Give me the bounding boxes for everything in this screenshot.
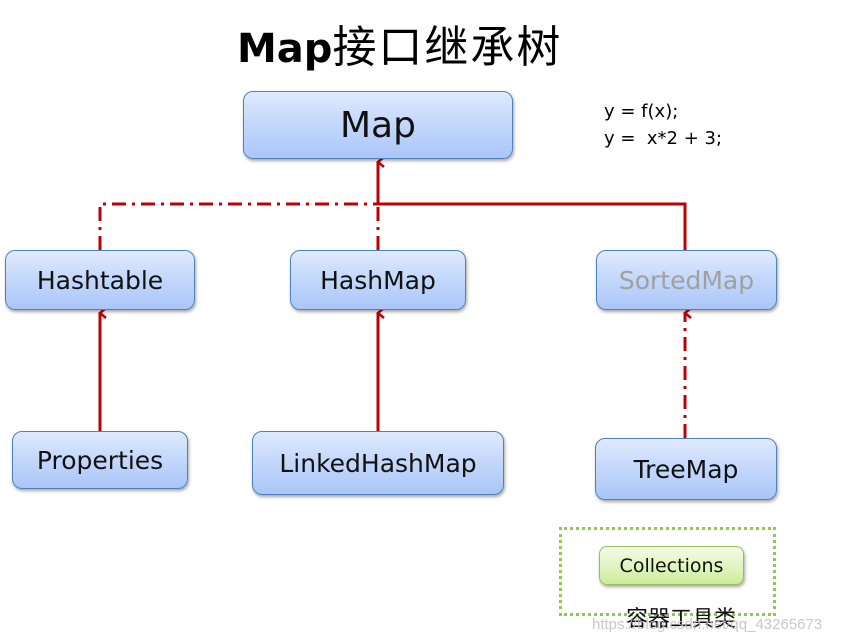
node-linkedhashmap: LinkedHashMap	[252, 431, 504, 495]
node-map: Map	[243, 91, 513, 159]
watermark: https://blog.csdn.net/qq_43265673	[592, 616, 823, 633]
node-map-label: Map	[340, 104, 416, 146]
node-collections: Collections	[599, 546, 744, 585]
node-hashtable-label: Hashtable	[36, 265, 164, 295]
node-sortedmap-label: SortedMap	[618, 265, 755, 295]
node-treemap-label: TreeMap	[633, 454, 739, 484]
node-treemap: TreeMap	[595, 438, 777, 500]
line-hashtable-to-map	[98, 202, 378, 250]
node-hashmap-label: HashMap	[320, 265, 436, 295]
line-sortedmap-to-map	[378, 202, 687, 250]
node-hashmap: HashMap	[290, 250, 466, 310]
node-linkedhashmap-label: LinkedHashMap	[279, 448, 477, 478]
node-hashtable: Hashtable	[5, 250, 195, 310]
node-properties: Properties	[12, 431, 188, 489]
node-properties-label: Properties	[36, 445, 164, 475]
node-sortedmap: SortedMap	[596, 250, 777, 310]
node-collections-label: Collections	[619, 554, 724, 577]
